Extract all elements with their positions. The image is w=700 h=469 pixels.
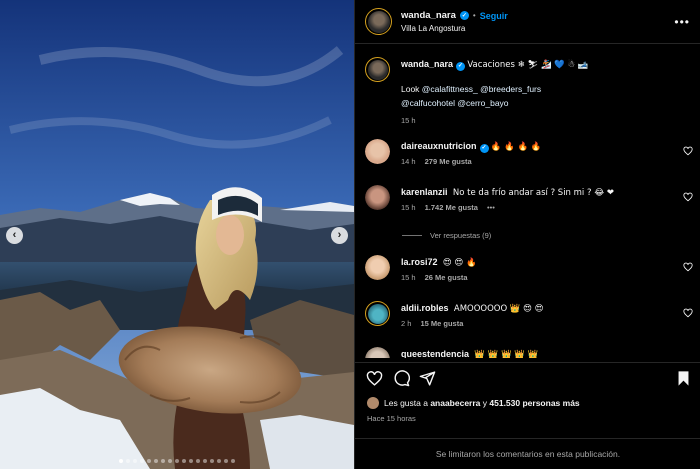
- carousel-dot: [140, 459, 144, 463]
- view-replies-button[interactable]: Ver respuestas (9): [402, 231, 491, 240]
- carousel-indicator: [0, 459, 354, 463]
- carousel-dot: [182, 459, 186, 463]
- comment-item: daireauxnutricion ✓ 🔥 🔥 🔥 🔥 14 h 279 Me g…: [365, 139, 695, 166]
- carousel-dot: [133, 459, 137, 463]
- share-icon[interactable]: [419, 370, 436, 387]
- post-modal: ‹ › wanda_nara ✓ • Seguir Villa La Angos…: [0, 0, 700, 469]
- likes-summary: Les gusta a anaabecerra y 451.530 person…: [367, 397, 580, 409]
- carousel-dot: [217, 459, 221, 463]
- caption-tag-link[interactable]: @calafittness_: [422, 84, 478, 94]
- comment-text: 🔥 🔥 🔥 🔥: [490, 142, 542, 152]
- commenter-avatar[interactable]: [365, 301, 390, 326]
- post-header: wanda_nara ✓ • Seguir Villa La Angostura…: [355, 0, 700, 44]
- verified-icon: ✓: [459, 11, 469, 20]
- separator-dot: •: [472, 11, 476, 20]
- likes-prefix: Les gusta a: [384, 398, 431, 408]
- post-image: [0, 0, 354, 469]
- carousel-dot: [231, 459, 235, 463]
- carousel-dot: [203, 459, 207, 463]
- comment-likes[interactable]: 15 Me gusta: [420, 319, 463, 328]
- carousel-dot: [154, 459, 158, 463]
- comment-time[interactable]: 15 h: [401, 203, 416, 212]
- commenter-avatar[interactable]: [365, 185, 390, 210]
- liker-avatar[interactable]: [367, 397, 379, 409]
- follow-button[interactable]: Seguir: [480, 11, 508, 21]
- bookmark-icon[interactable]: [675, 370, 692, 387]
- comment-icon[interactable]: [393, 370, 410, 387]
- caption-username[interactable]: wanda_nara: [401, 59, 453, 69]
- chevron-right-icon: ›: [337, 229, 342, 241]
- comment-time[interactable]: 2 h: [401, 319, 411, 328]
- commenter-username[interactable]: aldii.robles: [401, 303, 449, 313]
- commenter-username[interactable]: queestendencia: [401, 349, 469, 358]
- view-replies-label: Ver respuestas (9): [430, 231, 492, 240]
- post-photo: ‹ ›: [0, 0, 354, 469]
- likes-count[interactable]: 451.530 personas más: [489, 398, 579, 408]
- heart-icon[interactable]: [366, 370, 383, 387]
- commenter-avatar[interactable]: [365, 347, 390, 358]
- comment-time[interactable]: 14 h: [401, 157, 416, 166]
- verified-icon: ✓: [479, 143, 489, 153]
- carousel-next-button[interactable]: ›: [331, 227, 348, 244]
- like-comment-icon[interactable]: [683, 262, 693, 272]
- action-bar: [355, 362, 700, 392]
- comment-text: 👑 👑 👑 👑 👑: [474, 350, 539, 358]
- commenter-avatar[interactable]: [365, 255, 390, 280]
- caption-text: Vacaciones ❄ ⛷ 🏂 💙 ☃ 🎿: [467, 60, 589, 70]
- comment-likes[interactable]: 279 Me gusta: [425, 157, 472, 166]
- author-username[interactable]: wanda_nara: [401, 10, 456, 21]
- carousel-dot: [210, 459, 214, 463]
- like-comment-icon[interactable]: [683, 192, 693, 202]
- carousel-dot: [119, 459, 123, 463]
- chevron-left-icon: ‹: [12, 229, 17, 241]
- comment-text: No te da frío andar así ? Sin mi ? 😂 ❤: [452, 188, 614, 198]
- verified-icon: ✓: [456, 61, 466, 71]
- comment-likes[interactable]: 1.742 Me gusta: [425, 203, 478, 212]
- post-location[interactable]: Villa La Angostura: [401, 24, 508, 33]
- comments-list: wanda_nara ✓ Vacaciones ❄ ⛷ 🏂 💙 ☃ 🎿 Look …: [355, 45, 700, 358]
- post-time[interactable]: Hace 15 horas: [367, 414, 416, 423]
- carousel-dot: [168, 459, 172, 463]
- comments-limited-notice: Se limitaron los comentarios en esta pub…: [355, 438, 700, 469]
- comment-item: queestendencia 👑 👑 👑 👑 👑: [365, 347, 695, 358]
- caption: wanda_nara ✓ Vacaciones ❄ ⛷ 🏂 💙 ☃ 🎿 Look …: [365, 57, 695, 125]
- comment-time[interactable]: 15 h: [401, 273, 416, 282]
- caption-avatar[interactable]: [365, 57, 390, 82]
- comment-likes[interactable]: 26 Me gusta: [425, 273, 468, 282]
- more-options-icon[interactable]: •••: [674, 15, 690, 29]
- carousel-dot: [147, 459, 151, 463]
- caption-time[interactable]: 15 h: [401, 116, 416, 125]
- liker-username[interactable]: anaabecerra: [430, 398, 480, 408]
- comment-text: AMOOOOOO 👑 😍 😍: [453, 304, 544, 314]
- commenter-avatar[interactable]: [365, 139, 390, 164]
- caption-tag-link[interactable]: @cerro_bayo: [457, 98, 508, 108]
- post-details-panel: wanda_nara ✓ • Seguir Villa La Angostura…: [354, 0, 700, 469]
- commenter-username[interactable]: daireauxnutricion: [401, 141, 477, 151]
- carousel-dot: [161, 459, 165, 463]
- carousel-prev-button[interactable]: ‹: [6, 227, 23, 244]
- carousel-dot: [189, 459, 193, 463]
- commenter-username[interactable]: la.rosi72: [401, 257, 438, 267]
- comment-text: 😍 😍 🔥: [442, 258, 477, 268]
- caption-look-prefix: Look: [401, 84, 422, 94]
- comment-item: aldii.robles AMOOOOOO 👑 😍 😍 2 h 15 Me gu…: [365, 301, 695, 328]
- comment-item: la.rosi72 😍 😍 🔥 15 h 26 Me gusta: [365, 255, 695, 282]
- comment-item: karenlanzii No te da frío andar así ? Si…: [365, 185, 695, 212]
- caption-tag-link[interactable]: @calfucohotel: [401, 98, 455, 108]
- like-comment-icon[interactable]: [683, 146, 693, 156]
- caption-tag-link[interactable]: @breeders_furs: [480, 84, 541, 94]
- comment-options-icon[interactable]: •••: [487, 203, 495, 212]
- author-avatar[interactable]: [365, 8, 392, 35]
- like-comment-icon[interactable]: [683, 308, 693, 318]
- carousel-dot: [196, 459, 200, 463]
- commenter-username[interactable]: karenlanzii: [401, 187, 448, 197]
- replies-divider: [402, 235, 422, 236]
- carousel-dot: [224, 459, 228, 463]
- carousel-dot: [126, 459, 130, 463]
- carousel-dot: [175, 459, 179, 463]
